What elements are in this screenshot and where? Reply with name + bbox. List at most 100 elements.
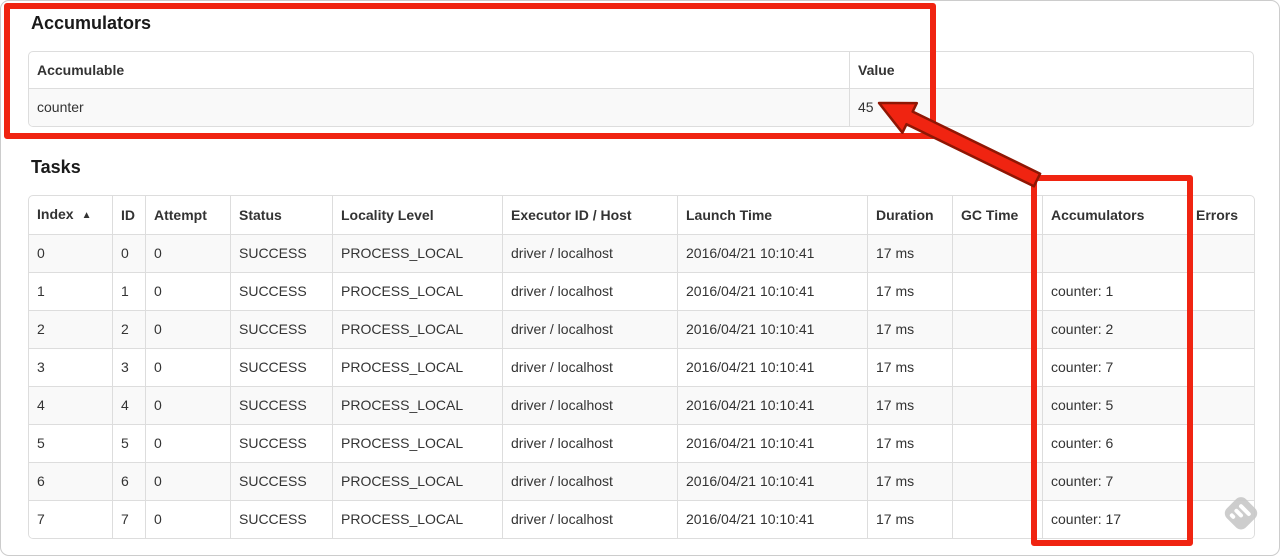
cell: 6 [29, 462, 112, 500]
cell: SUCCESS [230, 386, 332, 424]
cell: 45 [849, 88, 1253, 126]
tasks-table: Index ▲ ID Attempt Status Locality Level Execu… [28, 195, 1255, 539]
cell: 2016/04/21 10:10:41 [677, 462, 867, 500]
cell: 4 [29, 386, 112, 424]
cell: 0 [145, 348, 230, 386]
column-header-locality-level[interactable]: Locality Level [332, 196, 502, 234]
column-header-errors[interactable]: Errors [1187, 196, 1254, 234]
table-row: 3 3 0 SUCCESS PROCESS_LOCAL driver / localhos… [29, 348, 1254, 386]
cell: 17 ms [867, 234, 952, 272]
cell [952, 386, 1042, 424]
table-row: 4 4 0 SUCCESS PROCESS_LOCAL driver / localhos… [29, 386, 1254, 424]
feedly-watermark-icon [1217, 490, 1265, 543]
cell: 0 [29, 234, 112, 272]
cell: SUCCESS [230, 310, 332, 348]
column-label: Executor ID / Host [511, 207, 632, 223]
column-header-accumulable[interactable]: Accumulable [29, 52, 849, 88]
accumulators-heading: Accumulators [31, 13, 152, 33]
cell: 17 ms [867, 348, 952, 386]
cell: driver / localhost [502, 348, 677, 386]
column-header-attempt[interactable]: Attempt [145, 196, 230, 234]
cell: SUCCESS [230, 462, 332, 500]
cell: 2016/04/21 10:10:41 [677, 500, 867, 538]
cell: counter: 7 [1042, 348, 1187, 386]
cell: 0 [145, 424, 230, 462]
cell [952, 424, 1042, 462]
header-row: Accumulable Value [29, 52, 1253, 88]
cell: driver / localhost [502, 272, 677, 310]
cell: 17 ms [867, 272, 952, 310]
cell: 3 [112, 348, 145, 386]
column-header-launch-time[interactable]: Launch Time [677, 196, 867, 234]
cell: driver / localhost [502, 310, 677, 348]
cell: counter: 5 [1042, 386, 1187, 424]
column-header-status[interactable]: Status [230, 196, 332, 234]
cell: 3 [29, 348, 112, 386]
cell [1187, 234, 1254, 272]
cell [1187, 272, 1254, 310]
column-header-duration[interactable]: Duration [867, 196, 952, 234]
cell: 2016/04/21 10:10:41 [677, 424, 867, 462]
column-label: ID [121, 207, 135, 223]
column-label: Duration [876, 207, 934, 223]
cell [952, 234, 1042, 272]
cell: SUCCESS [230, 272, 332, 310]
cell: PROCESS_LOCAL [332, 310, 502, 348]
cell: 0 [112, 234, 145, 272]
column-label: Errors [1196, 207, 1239, 223]
table-row: counter 45 [29, 88, 1253, 126]
cell: SUCCESS [230, 348, 332, 386]
cell [1187, 386, 1254, 424]
cell: 1 [112, 272, 145, 310]
cell: 17 ms [867, 386, 952, 424]
cell: PROCESS_LOCAL [332, 234, 502, 272]
cell: PROCESS_LOCAL [332, 462, 502, 500]
cell: 2016/04/21 10:10:41 [677, 348, 867, 386]
cell: 0 [145, 310, 230, 348]
spark-ui-window: Accumulators Accumulable Value counter 45 T… [0, 0, 1280, 556]
cell [1042, 234, 1187, 272]
cell: SUCCESS [230, 424, 332, 462]
cell: SUCCESS [230, 234, 332, 272]
table-row: 6 6 0 SUCCESS PROCESS_LOCAL driver / localhos… [29, 462, 1254, 500]
column-label: Index [37, 206, 74, 222]
cell: counter: 1 [1042, 272, 1187, 310]
column-label: Launch Time [686, 207, 773, 223]
column-label: Accumulable [37, 62, 125, 78]
column-label: Accumulators [1051, 207, 1145, 223]
cell: 4 [112, 386, 145, 424]
cell: 17 ms [867, 462, 952, 500]
tasks-heading: Tasks [31, 157, 81, 177]
cell [952, 348, 1042, 386]
column-header-gc-time[interactable]: GC Time [952, 196, 1042, 234]
page-content: Accumulators Accumulable Value counter 45 T… [1, 1, 1279, 539]
column-header-accumulators[interactable]: Accumulators [1042, 196, 1187, 234]
cell: 0 [145, 272, 230, 310]
cell: 5 [112, 424, 145, 462]
column-header-index[interactable]: Index ▲ [29, 196, 112, 234]
accumulators-table: Accumulable Value counter 45 [28, 51, 1254, 127]
column-label: Value [858, 62, 895, 78]
cell: PROCESS_LOCAL [332, 386, 502, 424]
cell: 2016/04/21 10:10:41 [677, 386, 867, 424]
cell [1187, 348, 1254, 386]
cell: 0 [145, 234, 230, 272]
table-row: 0 0 0 SUCCESS PROCESS_LOCAL driver / localhos… [29, 234, 1254, 272]
cell: counter [29, 88, 849, 126]
column-label: GC Time [961, 207, 1019, 223]
column-header-executor-id-host[interactable]: Executor ID / Host [502, 196, 677, 234]
cell: driver / localhost [502, 424, 677, 462]
cell: 5 [29, 424, 112, 462]
cell: driver / localhost [502, 462, 677, 500]
cell [1187, 310, 1254, 348]
cell: 0 [145, 500, 230, 538]
column-header-id[interactable]: ID [112, 196, 145, 234]
cell: counter: 6 [1042, 424, 1187, 462]
column-header-value[interactable]: Value [849, 52, 1253, 88]
cell: 2016/04/21 10:10:41 [677, 310, 867, 348]
cell [1187, 424, 1254, 462]
cell: 2016/04/21 10:10:41 [677, 234, 867, 272]
cell: driver / localhost [502, 386, 677, 424]
cell: 2 [29, 310, 112, 348]
sort-asc-icon: ▲ [81, 210, 92, 221]
